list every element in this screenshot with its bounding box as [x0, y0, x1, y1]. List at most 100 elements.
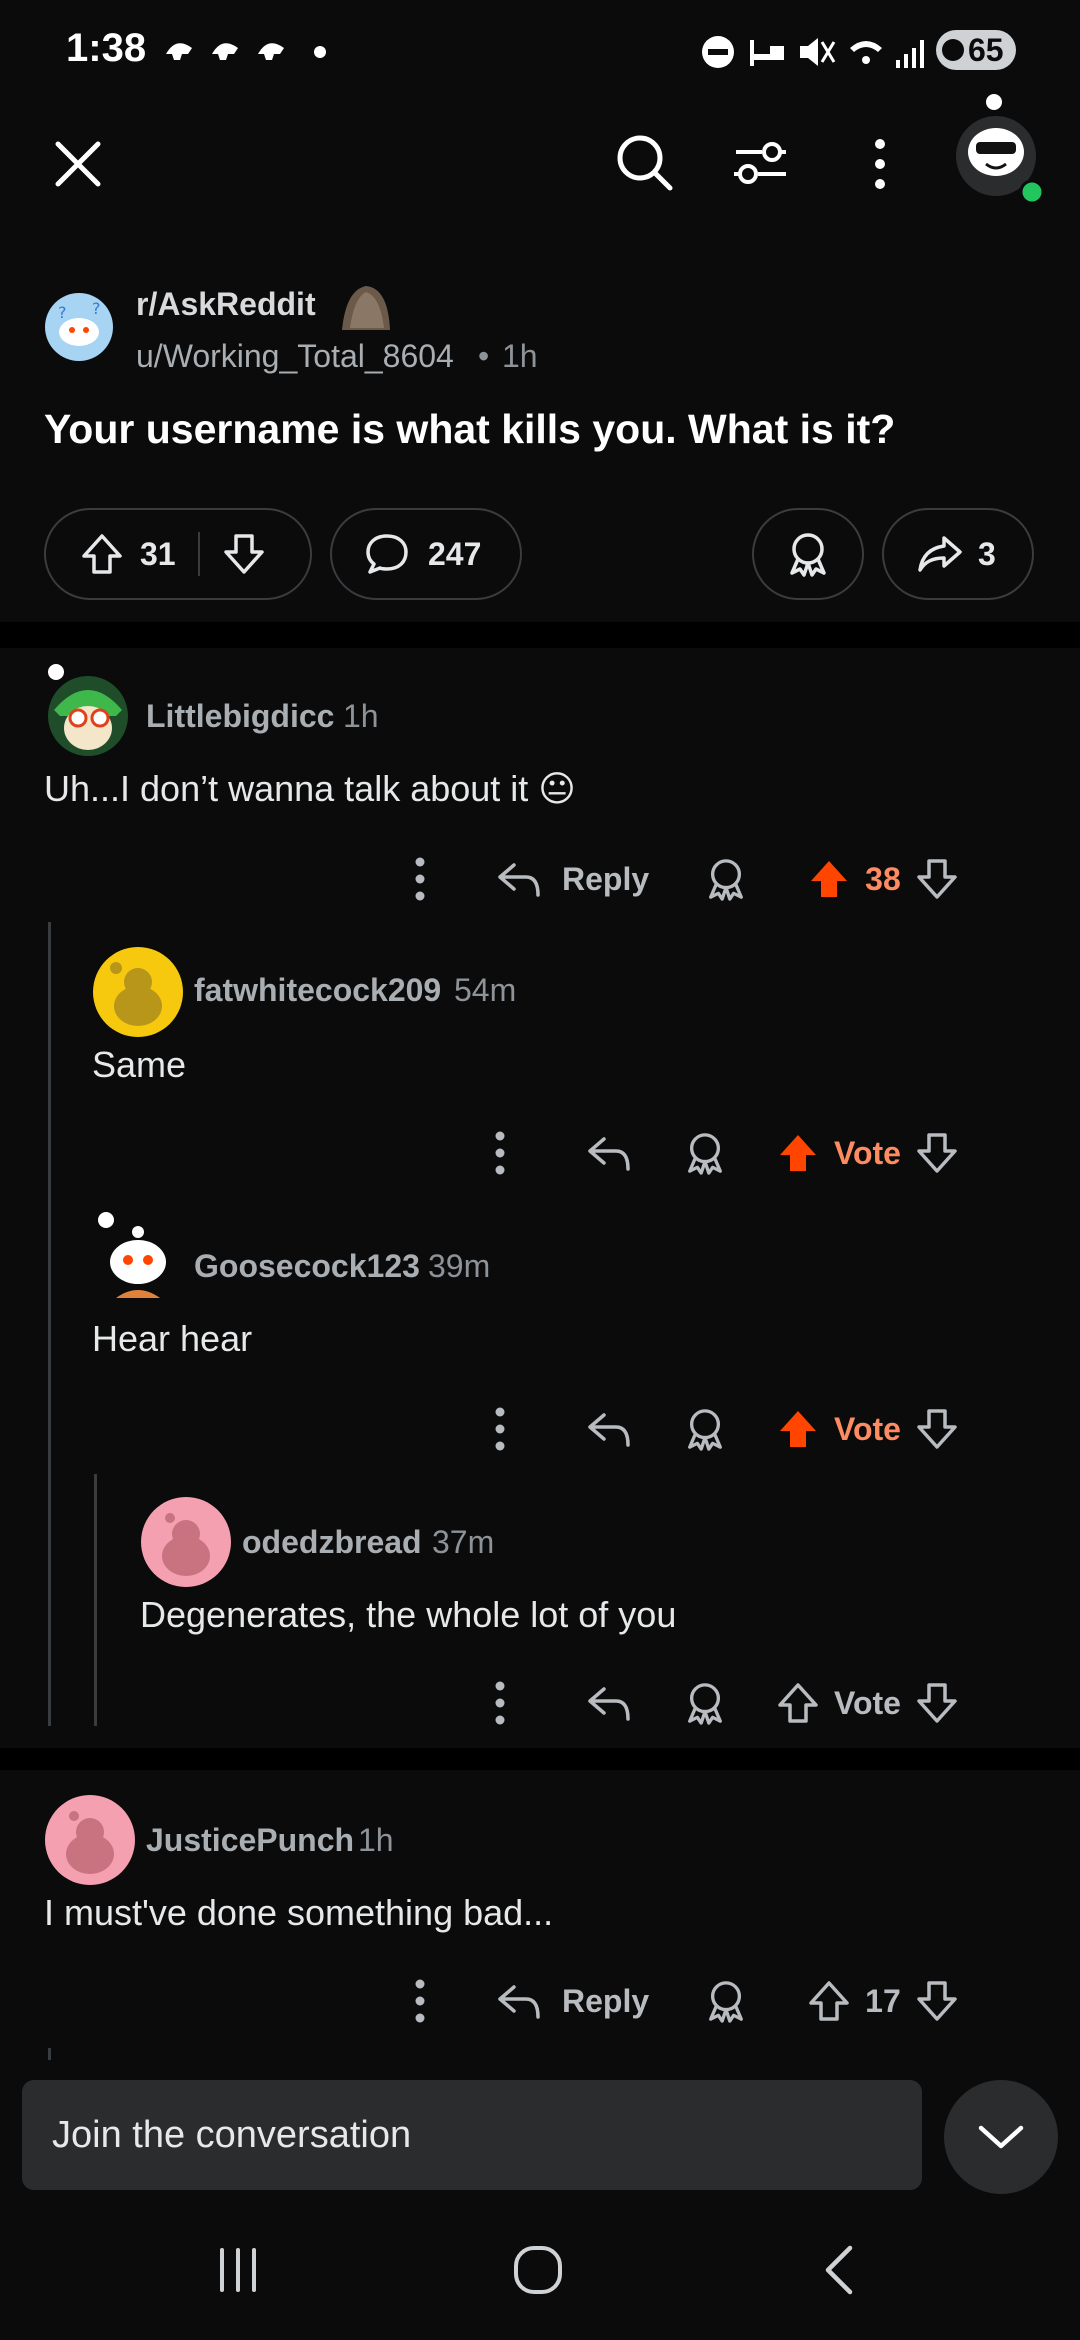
avatar[interactable]	[44, 1794, 136, 1886]
comments-button[interactable]: 247	[330, 508, 522, 600]
battery-indicator: 65	[936, 30, 1016, 70]
downvote-icon[interactable]	[915, 1979, 959, 2023]
comment-user[interactable]: fatwhitecock209	[194, 972, 441, 1009]
back-icon[interactable]	[822, 2244, 858, 2296]
upvote-icon[interactable]	[80, 532, 124, 576]
section-divider	[0, 622, 1080, 648]
composer-input[interactable]: Join the conversation	[22, 2080, 922, 2190]
section-divider	[0, 1748, 1080, 1770]
reply-icon[interactable]	[586, 1409, 632, 1449]
search-icon[interactable]	[614, 132, 674, 192]
comment-actions: Vote	[490, 1118, 959, 1188]
award-icon	[786, 531, 830, 577]
comment-actions: Reply 38	[410, 844, 959, 914]
vote-divider	[197, 532, 200, 576]
comment-user[interactable]: Littlebigdicc	[146, 698, 334, 735]
award-button[interactable]	[752, 508, 864, 600]
comment-user[interactable]: Goosecock123	[194, 1248, 420, 1285]
reply-icon[interactable]	[586, 1133, 632, 1173]
comment-age: 1h	[358, 1822, 394, 1858]
award-icon[interactable]	[705, 857, 747, 901]
comment-actions: Vote	[490, 1394, 959, 1464]
subreddit-avatar[interactable]: ??	[44, 292, 114, 362]
comment-score: 38	[865, 860, 901, 897]
share-icon	[916, 532, 964, 576]
collapse-button[interactable]	[944, 2080, 1058, 2194]
post-age: 1h	[502, 338, 538, 374]
avatar[interactable]	[44, 662, 130, 758]
reply-icon[interactable]	[496, 1981, 542, 2021]
thread-line	[94, 1474, 97, 1726]
more-options-icon[interactable]	[868, 136, 892, 192]
comment-score: Vote	[834, 1410, 901, 1447]
more-options-icon[interactable]	[490, 1680, 510, 1726]
downvote-icon[interactable]	[915, 1131, 959, 1175]
subreddit-flair-icon	[334, 276, 396, 332]
close-icon[interactable]	[50, 136, 106, 192]
comment-age: 37m	[432, 1524, 495, 1560]
reply-button[interactable]: Reply	[562, 1983, 649, 2020]
downvote-icon[interactable]	[222, 532, 266, 576]
recent-apps-icon[interactable]	[214, 2246, 262, 2294]
upvote-icon[interactable]	[807, 857, 851, 901]
avatar[interactable]	[140, 1496, 232, 1588]
comment-age: 54m	[454, 972, 517, 1008]
reply-icon[interactable]	[496, 859, 542, 899]
home-icon[interactable]	[512, 2244, 564, 2296]
chevron-down-icon	[977, 2122, 1025, 2152]
svg-text:?: ?	[58, 303, 67, 322]
share-button[interactable]: 3	[882, 508, 1034, 600]
upvote-icon[interactable]	[807, 1979, 851, 2023]
system-status-icons	[700, 30, 940, 74]
comment-icon	[364, 532, 410, 576]
comment-score: 17	[865, 1982, 901, 2019]
more-options-icon[interactable]	[410, 1978, 430, 2024]
notification-icons	[162, 34, 342, 70]
post-author[interactable]: u/Working_Total_8604	[136, 338, 454, 375]
comment-user[interactable]: odedzbread	[242, 1524, 422, 1561]
comment-user[interactable]: JusticePunch	[146, 1822, 354, 1859]
composer-placeholder: Join the conversation	[52, 2113, 412, 2156]
award-icon[interactable]	[684, 1681, 726, 1725]
subreddit-name[interactable]: r/AskReddit	[136, 286, 316, 323]
thread-line	[48, 922, 51, 1726]
comment-body: Uh...I don’t wanna talk about it 😐	[44, 768, 576, 809]
comment-body: Degenerates, the whole lot of you	[140, 1594, 677, 1635]
vote-pill: 31	[44, 508, 312, 600]
comment-age: 39m	[428, 1248, 491, 1284]
comment-actions: Vote	[490, 1668, 959, 1738]
more-options-icon[interactable]	[410, 856, 430, 902]
post-dot: •	[478, 338, 490, 374]
award-icon[interactable]	[684, 1131, 726, 1175]
more-options-icon[interactable]	[490, 1130, 510, 1176]
battery-level: 65	[968, 31, 1004, 68]
award-icon[interactable]	[705, 1979, 747, 2023]
reply-icon[interactable]	[586, 1683, 632, 1723]
comment-score: Vote	[834, 1134, 901, 1171]
comment-body: Hear hear	[92, 1318, 253, 1359]
post-title: Your username is what kills you. What is…	[44, 406, 896, 452]
share-count: 3	[978, 535, 996, 572]
comment-score: Vote	[834, 1684, 901, 1721]
svg-text:?: ?	[92, 299, 101, 318]
upvote-icon[interactable]	[776, 1407, 820, 1451]
user-avatar[interactable]	[952, 92, 1048, 204]
avatar[interactable]	[92, 946, 184, 1038]
status-time: 1:38	[66, 26, 147, 70]
downvote-icon[interactable]	[915, 1407, 959, 1451]
downvote-icon[interactable]	[915, 1681, 959, 1725]
award-icon[interactable]	[684, 1407, 726, 1451]
comment-count: 247	[428, 535, 482, 572]
comment-age: 1h	[343, 698, 379, 734]
downvote-icon[interactable]	[915, 857, 959, 901]
more-options-icon[interactable]	[490, 1406, 510, 1452]
comment-actions: Reply 17	[410, 1966, 959, 2036]
upvote-icon[interactable]	[776, 1681, 820, 1725]
post-score: 31	[140, 535, 176, 572]
reply-button[interactable]: Reply	[562, 861, 649, 898]
upvote-icon[interactable]	[776, 1131, 820, 1175]
comment-body: I must've done something bad...	[44, 1892, 554, 1933]
sort-filter-icon[interactable]	[732, 134, 788, 190]
comment-body: Same	[92, 1044, 187, 1085]
avatar[interactable]	[92, 1206, 184, 1312]
